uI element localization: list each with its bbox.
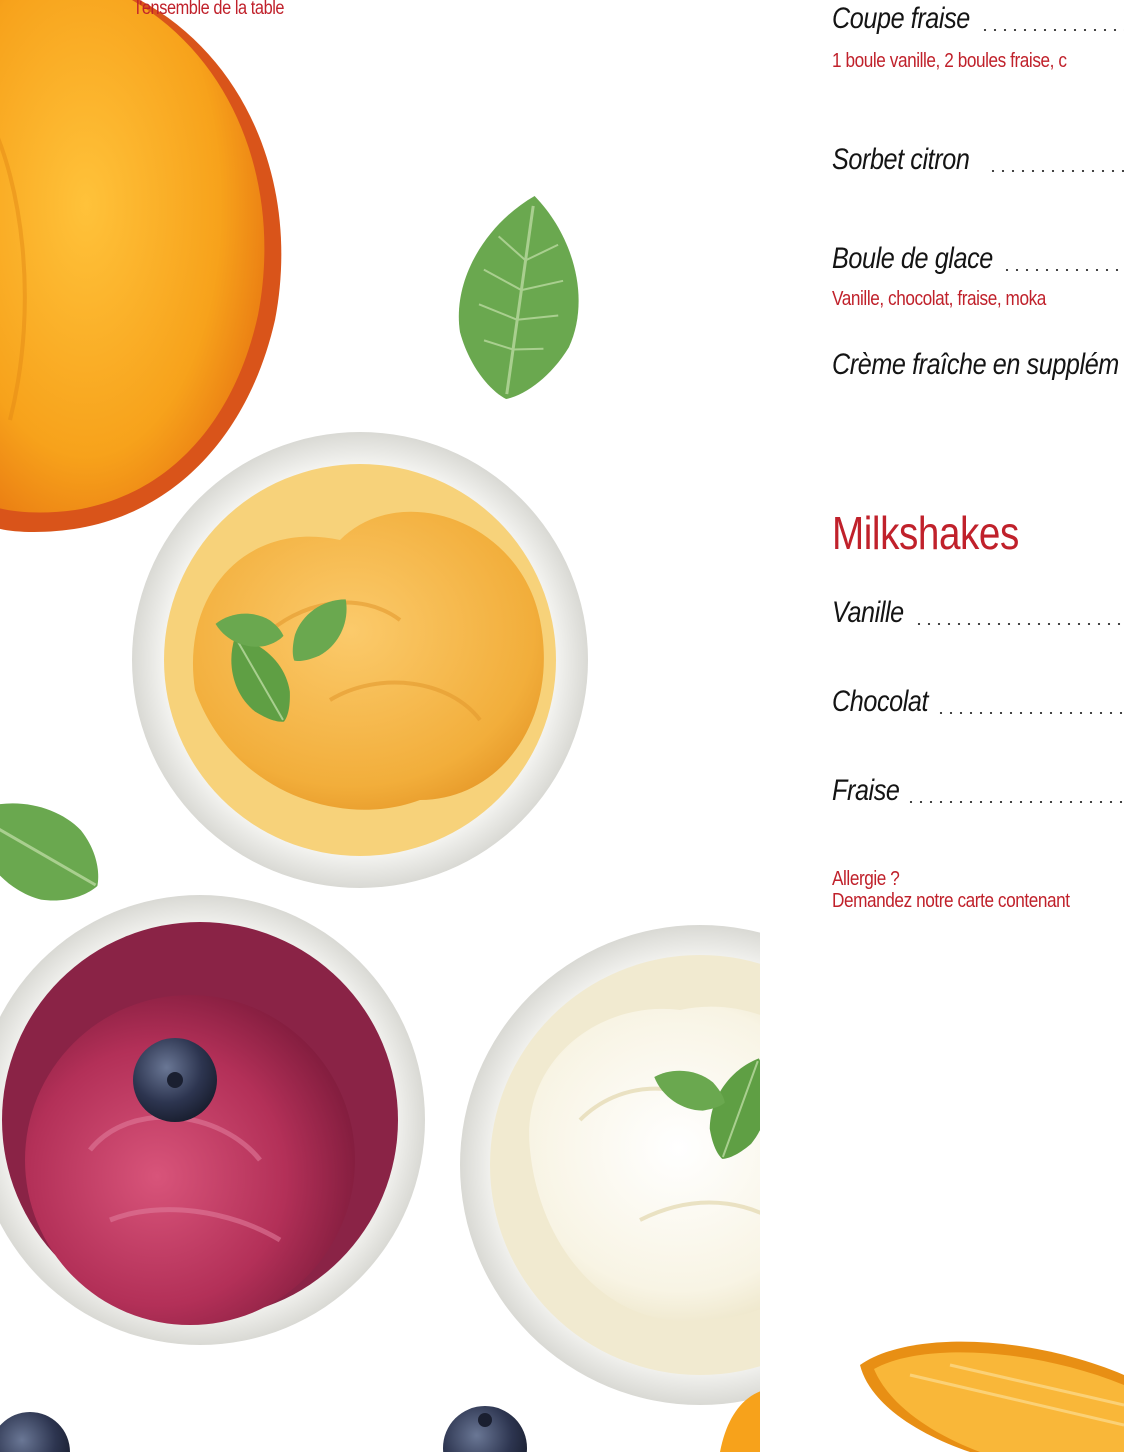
item-name: Sorbet citron	[832, 143, 970, 176]
ice-cream-illustration	[0, 0, 760, 1452]
menu-item: Fraise	[832, 774, 1124, 810]
mint-leaf-icon	[0, 803, 99, 901]
allergy-question: Allergie ?	[832, 868, 900, 890]
leader-dots	[914, 623, 1124, 625]
menu-item: Chocolat	[832, 685, 1124, 721]
mango-ice-cream-bowl-icon	[132, 432, 588, 888]
mango-icon	[0, 0, 282, 532]
item-name: Chocolat	[832, 685, 929, 718]
leader-dots	[936, 712, 1124, 714]
top-note: l'ensemble de la table	[136, 0, 285, 19]
berry-sorbet-bowl-icon	[0, 895, 425, 1345]
leader-dots	[906, 801, 1124, 803]
blueberry-icon	[443, 1406, 527, 1452]
item-name: Vanille	[832, 596, 904, 629]
item-name: Coupe fraise	[832, 2, 970, 35]
leader-dots	[1002, 269, 1124, 271]
leader-dots	[988, 170, 1124, 172]
allergy-note: Allergie ? Demandez notre carte contenan…	[832, 868, 1070, 912]
allergy-instruction: Demandez notre carte contenant	[832, 890, 1070, 912]
mint-leaf-icon	[458, 196, 579, 400]
section-title: Milkshakes	[832, 507, 1019, 559]
item-description: Vanille, chocolat, fraise, moka	[832, 288, 1046, 310]
blueberry-icon	[0, 1412, 70, 1452]
menu-item: Vanille	[832, 596, 1124, 632]
menu-column: Coupe fraise 1 boule vanille, 2 boules f…	[832, 0, 1124, 960]
item-name: Boule de glace	[832, 242, 993, 275]
orange-wedge-icon	[860, 1341, 1124, 1452]
menu-item: Coupe fraise	[832, 2, 1124, 38]
item-name: Fraise	[832, 774, 900, 807]
menu-item: Sorbet citron	[832, 143, 1124, 179]
item-name: Crème fraîche en supplém	[832, 348, 1119, 381]
menu-item: Crème fraîche en supplém	[832, 348, 1124, 384]
menu-item: Boule de glace	[832, 242, 1124, 278]
item-description: 1 boule vanille, 2 boules fraise, c	[832, 50, 1067, 72]
vanilla-ice-cream-bowl-icon	[460, 925, 760, 1405]
leader-dots	[980, 29, 1124, 31]
